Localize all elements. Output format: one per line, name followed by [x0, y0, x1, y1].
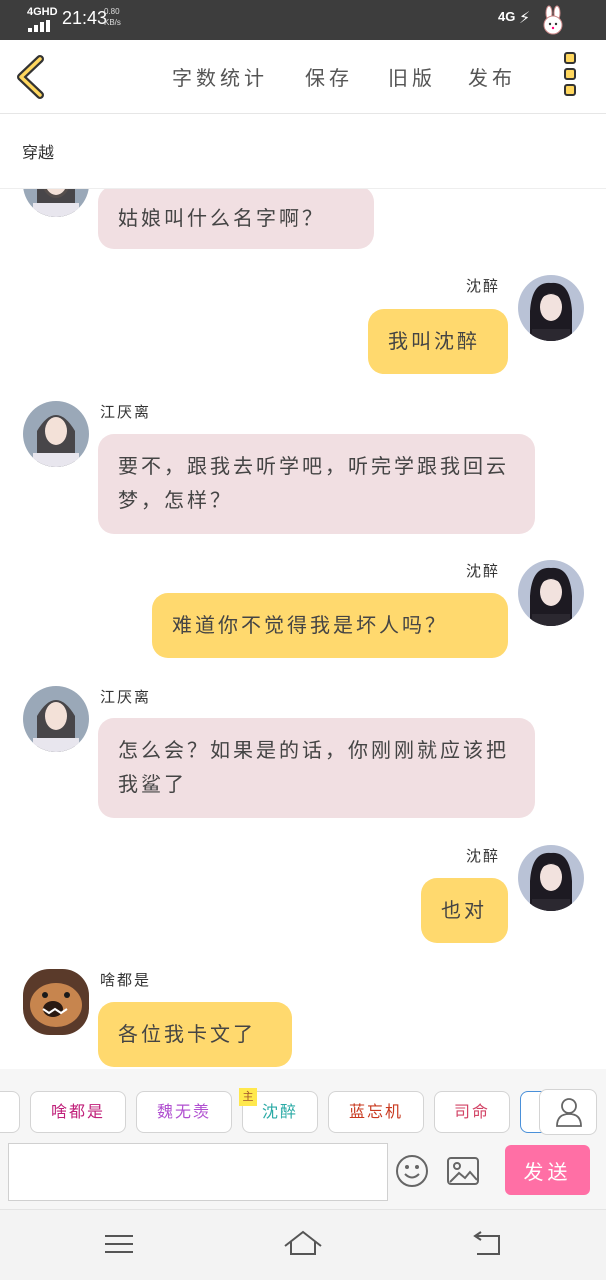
character-selector: 啥都是 魏无羡 主 沈醉 蓝忘机 司命: [0, 1069, 606, 1139]
sender-name: 沈醉: [466, 562, 501, 580]
emoji-icon[interactable]: [395, 1154, 429, 1188]
menu-icon[interactable]: [99, 1226, 139, 1262]
back-nav-icon[interactable]: [467, 1226, 507, 1262]
signal-icon: [28, 20, 54, 32]
back-icon[interactable]: [12, 54, 52, 100]
more-menu-icon[interactable]: [563, 52, 583, 102]
character-chip-label: 啥都是: [50, 1102, 105, 1121]
network-type: 4GHD: [27, 6, 58, 18]
right-network-type: 4G: [498, 9, 516, 24]
character-chip-label: 蓝忘机: [348, 1102, 403, 1121]
chat-bubble: 也对: [421, 878, 508, 943]
character-chip[interactable]: 司命: [434, 1091, 510, 1133]
scene-header[interactable]: 穿越: [0, 115, 606, 189]
publish-button[interactable]: 发布: [468, 62, 516, 91]
avatar[interactable]: [518, 560, 584, 626]
send-button[interactable]: 发送: [505, 1145, 590, 1195]
main-character-badge: 主: [239, 1088, 257, 1106]
avatar[interactable]: [23, 401, 89, 467]
person-icon[interactable]: [539, 1089, 597, 1135]
input-row: 发送: [0, 1139, 606, 1209]
save-button[interactable]: 保存: [305, 62, 353, 91]
word-count-button[interactable]: 字数统计: [172, 62, 268, 91]
sender-name: 江厌离: [100, 403, 152, 421]
sender-name: 啥都是: [100, 971, 152, 989]
network-speed-unit: KB/s: [104, 18, 121, 27]
character-chip-label: 沈醉: [261, 1102, 298, 1121]
clock: 21:43: [62, 8, 108, 28]
charging-icon: ⚡: [519, 8, 531, 27]
image-icon[interactable]: [446, 1156, 480, 1186]
character-chip[interactable]: 主 沈醉: [239, 1088, 318, 1133]
bunny-icon: [543, 5, 563, 35]
chat-bubble: 怎么会？如果是的话，你刚刚就应该把我鲨了: [98, 718, 535, 818]
home-icon[interactable]: [283, 1226, 323, 1262]
chat-bubble: 要不，跟我去听学吧，听完学跟我回云梦，怎样？: [98, 434, 535, 534]
network-speed-value: 0.80: [104, 7, 120, 16]
character-chip-partial[interactable]: [0, 1091, 20, 1133]
chat-bubble: 姑娘叫什么名字啊？: [98, 189, 374, 249]
network-speed: 0.80 KB/s: [104, 6, 121, 28]
sender-name: 沈醉: [466, 277, 501, 295]
sender-name: 江厌离: [100, 688, 152, 706]
avatar[interactable]: [23, 686, 89, 752]
avatar[interactable]: [23, 969, 89, 1035]
chat-bubble: 各位我卡文了: [98, 1002, 292, 1067]
scene-title: 穿越: [22, 143, 55, 162]
top-toolbar: 字数统计 保存 旧版 发布: [0, 40, 606, 114]
chat-area[interactable]: 姑娘叫什么名字啊？ 沈醉 我叫沈醉 江厌离 要不，跟我去听学吧，听完学跟我回云梦…: [0, 189, 606, 1069]
character-chip-label: 魏无羡: [156, 1102, 211, 1121]
chat-bubble: 难道你不觉得我是坏人吗？: [152, 593, 508, 658]
avatar[interactable]: [518, 275, 584, 341]
character-chip-label: 司命: [453, 1102, 490, 1121]
sender-name: 沈醉: [466, 847, 501, 865]
character-chip[interactable]: 啥都是: [30, 1091, 126, 1133]
chat-bubble: 我叫沈醉: [368, 309, 508, 374]
old-version-button[interactable]: 旧版: [388, 62, 436, 91]
avatar[interactable]: [518, 845, 584, 911]
status-bar: 4GHD 21:43 0.80 KB/s 4G ⚡: [0, 0, 606, 40]
character-chip[interactable]: 魏无羡: [136, 1091, 232, 1133]
system-nav-bar: [0, 1209, 606, 1280]
avatar[interactable]: [23, 189, 89, 217]
message-input[interactable]: [8, 1143, 388, 1201]
character-chip[interactable]: 蓝忘机: [328, 1091, 424, 1133]
